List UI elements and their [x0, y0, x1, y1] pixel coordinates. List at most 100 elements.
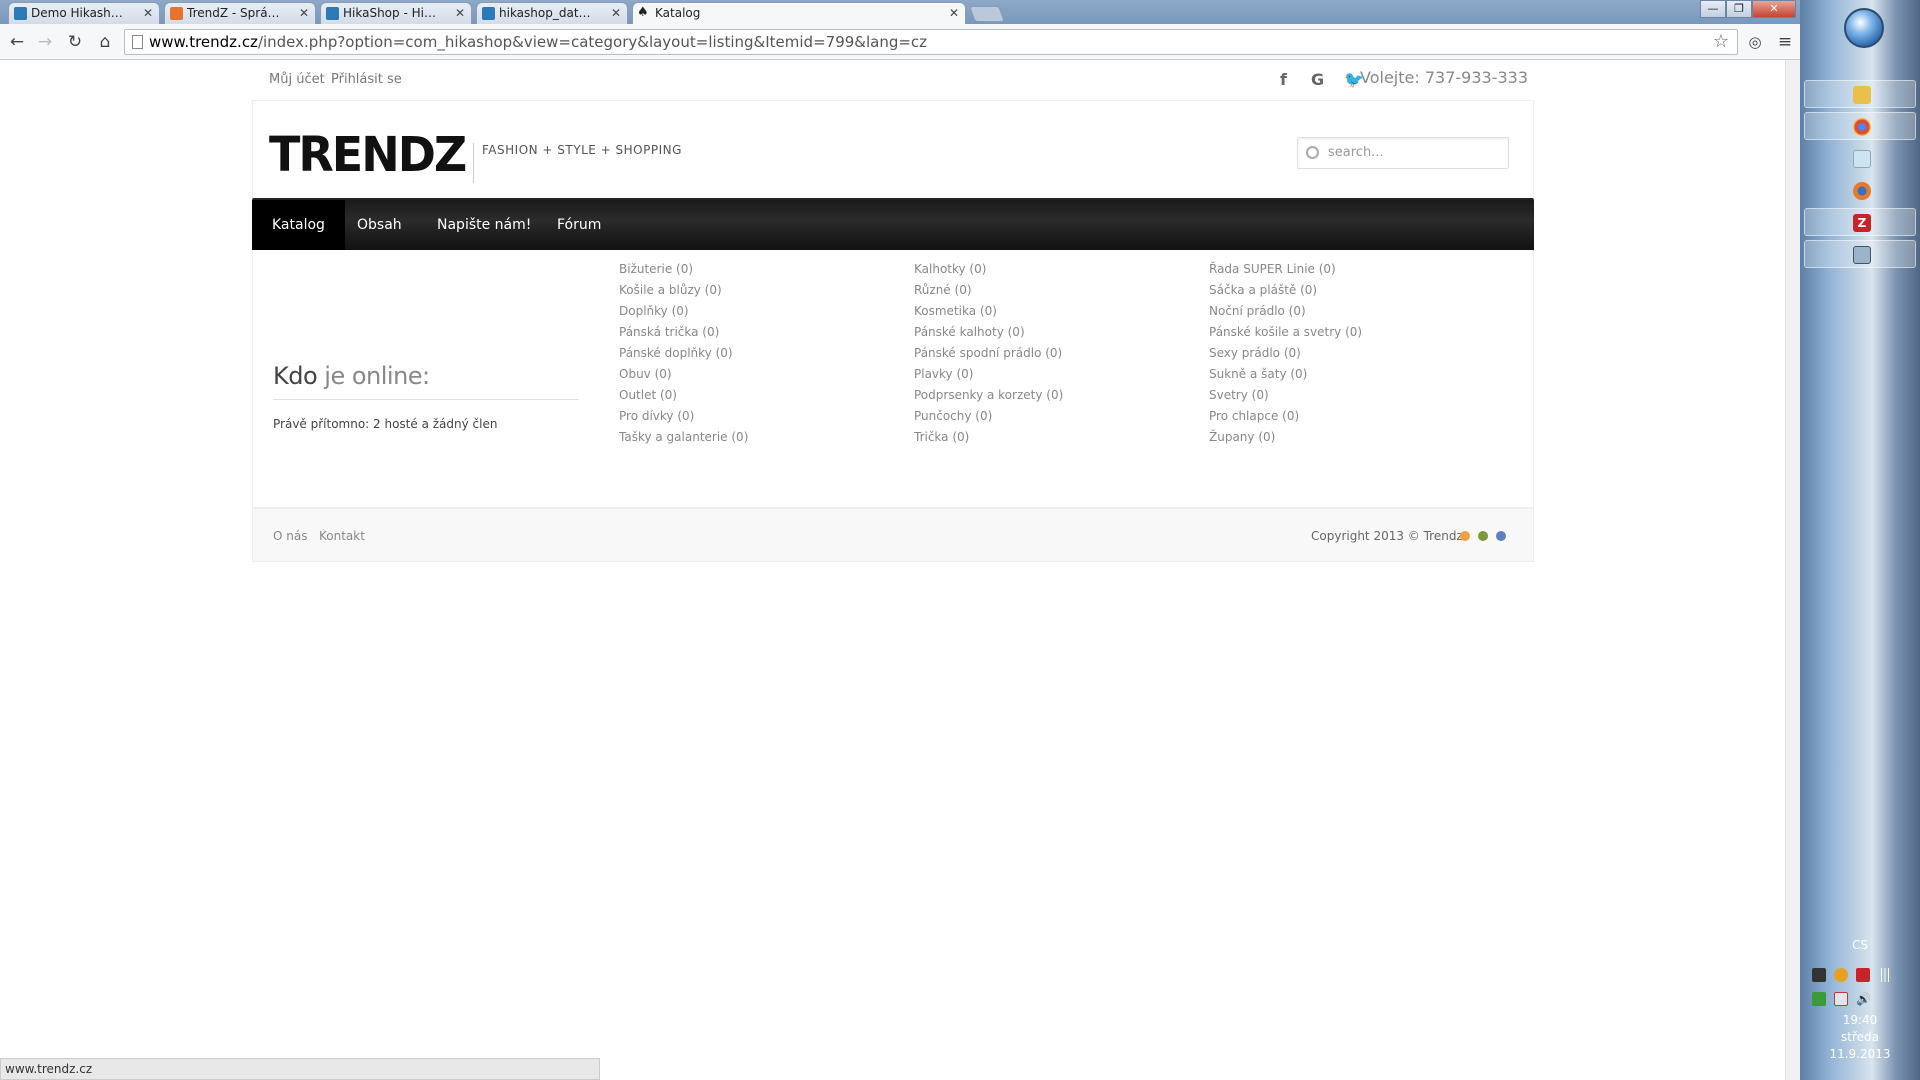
category-link[interactable]: Kalhotky (0): [914, 262, 1063, 283]
tray-monitor-icon[interactable]: [1812, 968, 1826, 982]
trendz-logo[interactable]: TRENDZ: [269, 126, 467, 183]
category-link[interactable]: Obuv (0): [619, 367, 748, 388]
reload-icon[interactable]: ↻: [62, 30, 88, 54]
url-domain: www.trendz.cz: [149, 33, 258, 51]
language-indicator[interactable]: CS: [1800, 938, 1920, 952]
site-header: TRENDZ FASHION + STYLE + SHOPPING search…: [252, 100, 1534, 200]
tray-signal-icon[interactable]: [1878, 968, 1892, 982]
address-bar[interactable]: www.trendz.cz/index.php?option=com_hikas…: [124, 29, 1738, 55]
my-account-link[interactable]: Můj účet: [269, 72, 325, 87]
footer-link-o-nas[interactable]: O nás: [273, 529, 307, 543]
category-link[interactable]: Sukně a šaty (0): [1209, 367, 1362, 388]
page-viewport: Můj účet Přihlásit se f G 🐦 Volejte: 737…: [0, 60, 1785, 1060]
category-link[interactable]: Pro dívky (0): [619, 409, 748, 430]
tray-security-icon[interactable]: [1812, 992, 1826, 1006]
taskbar-item-firefox[interactable]: [1804, 176, 1916, 204]
category-link[interactable]: Noční prádlo (0): [1209, 304, 1362, 325]
search-input[interactable]: search...: [1297, 137, 1509, 169]
tab-demo-hikashop[interactable]: Demo Hikashop ✕: [8, 2, 160, 24]
menu-icon[interactable]: ≡: [1772, 30, 1798, 54]
tab-close-icon[interactable]: ✕: [143, 3, 153, 23]
color-dot-blue[interactable]: [1496, 531, 1506, 541]
category-column-2: Kalhotky (0) Různé (0) Kosmetika (0) Pán…: [914, 262, 1063, 451]
forward-arrow-icon[interactable]: →: [32, 30, 58, 54]
category-link[interactable]: Tašky a galanterie (0): [619, 430, 748, 451]
back-arrow-icon[interactable]: ←: [4, 30, 30, 54]
taskbar-item-notepad[interactable]: [1804, 144, 1916, 172]
google-icon[interactable]: G: [1311, 70, 1324, 89]
tab-hikashop-re[interactable]: HikaShop - HikaShop - Re ✕: [320, 2, 472, 24]
category-link[interactable]: Sáčka a pláště (0): [1209, 283, 1362, 304]
category-link[interactable]: Plavky (0): [914, 367, 1063, 388]
taskbar-item-chrome[interactable]: [1804, 112, 1916, 140]
category-link[interactable]: Svetry (0): [1209, 388, 1362, 409]
bookmark-star-icon[interactable]: ☆: [1713, 30, 1729, 54]
window-close-button[interactable]: ✕: [1752, 0, 1796, 18]
login-link[interactable]: Přihlásit se: [331, 72, 402, 87]
category-link[interactable]: Punčochy (0): [914, 409, 1063, 430]
extension-icon[interactable]: ◎: [1742, 30, 1768, 54]
category-link[interactable]: Pro chlapce (0): [1209, 409, 1362, 430]
category-link[interactable]: Pánské doplňky (0): [619, 346, 748, 367]
taskbar-item-explorer[interactable]: [1804, 80, 1916, 108]
taskbar-clock[interactable]: 19:40 středa 11.9.2013: [1800, 1012, 1920, 1063]
category-link[interactable]: Outlet (0): [619, 388, 748, 409]
category-link[interactable]: Pánská trička (0): [619, 325, 748, 346]
site-footer: O nás Kontakt Copyright 2013 © Trendz: [252, 508, 1534, 562]
who-is-online-title: Kdo je online:: [273, 362, 430, 390]
firefox-icon: [1853, 182, 1871, 200]
taskbar-item-app[interactable]: [1804, 240, 1916, 268]
tab-title: Katalog: [655, 6, 701, 20]
tray-red-icon[interactable]: [1856, 968, 1870, 982]
color-dot-orange[interactable]: [1460, 531, 1470, 541]
minimize-button[interactable]: —: [1700, 0, 1726, 18]
category-link[interactable]: Podprsenky a korzety (0): [914, 388, 1063, 409]
tab-katalog[interactable]: ♠ Katalog ✕: [632, 2, 966, 25]
category-link[interactable]: Různé (0): [914, 283, 1063, 304]
taskbar-item-filezilla[interactable]: Z: [1804, 208, 1916, 236]
clock-date: 11.9.2013: [1829, 1047, 1891, 1061]
facebook-icon[interactable]: f: [1280, 70, 1287, 89]
category-link[interactable]: Sexy prádlo (0): [1209, 346, 1362, 367]
tray-network-icon[interactable]: [1834, 992, 1848, 1006]
main-nav: Katalog Obsah Napište nám! Fórum: [252, 200, 1534, 250]
category-link[interactable]: Župany (0): [1209, 430, 1362, 451]
category-link[interactable]: Bižuterie (0): [619, 262, 748, 283]
category-link[interactable]: Pánské kalhoty (0): [914, 325, 1063, 346]
nav-katalog[interactable]: Katalog: [252, 200, 345, 250]
category-link[interactable]: Řada SUPER Linie (0): [1209, 262, 1362, 283]
tab-hikashop-database[interactable]: hikashop_database.png ( ✕: [476, 2, 628, 24]
category-link[interactable]: Pánské spodní prádlo (0): [914, 346, 1063, 367]
category-link[interactable]: Kosmetika (0): [914, 304, 1063, 325]
nav-obsah[interactable]: Obsah: [337, 200, 422, 250]
browser-toolbar: ← → ↻ ⌂ www.trendz.cz/index.php?option=c…: [0, 24, 1800, 60]
category-link[interactable]: Košile a blůzy (0): [619, 283, 748, 304]
new-tab-button[interactable]: [969, 6, 1005, 22]
joomla-favicon-icon: [170, 7, 183, 20]
tray-volume-icon[interactable]: 🔊: [1856, 992, 1871, 1006]
tab-close-icon[interactable]: ✕: [949, 3, 959, 23]
color-dot-green[interactable]: [1478, 531, 1488, 541]
tab-trendz-sprava[interactable]: TrendZ - Správa ✕: [164, 2, 316, 24]
tab-close-icon[interactable]: ✕: [611, 3, 621, 23]
tab-close-icon[interactable]: ✕: [299, 3, 309, 23]
site-container: Můj účet Přihlásit se f G 🐦 Volejte: 737…: [252, 60, 1534, 562]
hikashop-favicon-icon: [482, 7, 495, 20]
tab-close-icon[interactable]: ✕: [455, 3, 465, 23]
nav-forum[interactable]: Fórum: [537, 200, 621, 250]
nav-napiste-nam[interactable]: Napište nám!: [417, 200, 551, 250]
vertical-scrollbar[interactable]: [1785, 60, 1800, 1080]
category-link[interactable]: Doplňky (0): [619, 304, 748, 325]
category-link[interactable]: Trička (0): [914, 430, 1063, 451]
tray-avast-icon[interactable]: [1834, 968, 1848, 982]
category-link[interactable]: Pánské košile a svetry (0): [1209, 325, 1362, 346]
copyright-text: Copyright 2013 © Trendz: [1311, 529, 1463, 543]
restore-button[interactable]: ❐: [1726, 0, 1752, 18]
home-icon[interactable]: ⌂: [92, 30, 118, 54]
footer-link-kontakt[interactable]: Kontakt: [319, 529, 365, 543]
windows-taskbar: Z CS 🔊 19:40 středa 11.9.2013: [1800, 0, 1920, 1080]
start-button-icon[interactable]: [1844, 8, 1884, 48]
chrome-icon: [1853, 118, 1871, 136]
category-column-3: Řada SUPER Linie (0) Sáčka a pláště (0) …: [1209, 262, 1362, 451]
catalog-content: Kdo je online: Právě přítomno: 2 hosté a…: [252, 250, 1534, 508]
